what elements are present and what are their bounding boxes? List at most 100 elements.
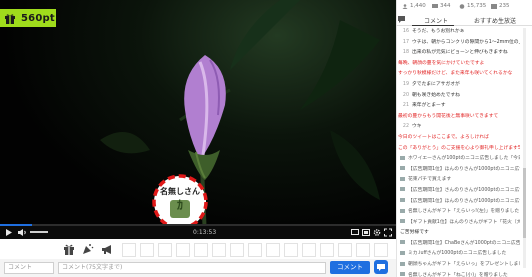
volume-icon[interactable] — [17, 228, 27, 237]
system-message-icon — [400, 187, 405, 192]
comment-row: 【広告期間1位】ほんのりさんが1000ptのニコニ広告しました — [398, 197, 520, 208]
item-slot[interactable] — [158, 243, 172, 257]
fullscreen-icon[interactable] — [384, 228, 392, 237]
comment-number: 20 — [402, 92, 409, 98]
item-slot[interactable] — [284, 243, 298, 257]
comment-list: 16そうだ、もうお別れかぁ17ウチは、朝からコンクリの隙間から1～2mm位の上で… — [398, 27, 520, 277]
video-player[interactable]: 560pt 名無しさん ｶ — [0, 0, 396, 238]
comment-row: 今日のツイートはここまで。よろしければ — [398, 133, 520, 144]
system-message-icon — [400, 155, 405, 160]
system-message-icon — [400, 250, 405, 255]
comment-text: 夕でたまにアサガオが — [412, 81, 460, 87]
comment-number: 17 — [402, 39, 409, 45]
point-icon — [459, 4, 465, 9]
comment-row: 19 夕でたまにアサガオが — [398, 80, 520, 91]
comment-row: 毎晩、朝顔の蔓を気にかけていたですよ — [398, 59, 520, 70]
comment-count: 344 — [440, 3, 451, 9]
comment-row: ご苦労様です — [398, 228, 520, 239]
tab-comments[interactable]: コメント — [424, 16, 448, 25]
volume-slider[interactable] — [30, 231, 48, 233]
comment-text: ウキ — [412, 124, 422, 130]
comment-row: 22 ウキ — [398, 122, 520, 133]
scrollbar-thumb[interactable] — [523, 168, 526, 238]
comment-toggle-icon[interactable] — [351, 228, 359, 237]
comment-text: 【広告期間1位】ほんのりさんが1000ptのニコニ広告をしました — [408, 166, 520, 172]
system-message-icon — [400, 219, 405, 224]
comment-text: すっかり秋模様だけど、また来年も咲いてくれるかな — [398, 71, 513, 77]
comment-row: すっかり秋模様だけど、また来年も咲いてくれるかな — [398, 69, 520, 80]
comment-input[interactable]: コメント(75文字まで) — [58, 262, 326, 274]
item-slot[interactable] — [320, 243, 334, 257]
ad-icon — [491, 4, 497, 9]
comment-row: 名無しさんがギフト「ねこ(小)」を贈りました — [398, 271, 520, 277]
comment-row: 17ウチは、朝からコンクリの隙間から1～2mm位の上で育ってる — [398, 38, 520, 49]
comment-text: ミカ.iuffさんが1000ptのニコニ広告しました — [408, 251, 507, 257]
viewer-icon — [402, 4, 408, 9]
item-slot[interactable] — [122, 243, 136, 257]
play-icon[interactable] — [5, 228, 13, 237]
comment-text: 名無しさんがギフト「ねこ(小)」を贈りました — [408, 272, 508, 277]
comment-text: 朝顔ちゃんがギフト「えらいっ」をプレゼントしました — [408, 262, 520, 268]
comment-row: この「ありがとう」のご支援を心より御礼申し上げます5分延長を追加 — [398, 144, 520, 155]
item-slot[interactable] — [266, 243, 280, 257]
comment-text: そうだ、もうお別れかぁ — [412, 29, 465, 34]
comment-row: 【広告期間1位】さんのりさんが1000ptのニコニ広告しました — [398, 186, 520, 197]
system-message-icon — [400, 272, 405, 277]
party-popper-icon[interactable] — [82, 243, 94, 255]
comment-text: 朝も咲き始めたですね — [412, 92, 460, 98]
comment-text: ご苦労様です — [400, 230, 429, 236]
comment-row: 名無しさんがギフト「えらいっ!(左)」を贈りました — [398, 207, 520, 218]
comment-row: 【ギフト貢献1位】ほんのりさんがギフト「花火（大）」を贈りました — [398, 218, 520, 229]
item-slot[interactable] — [230, 243, 244, 257]
comment-row: 20 朝も咲き始めたですね — [398, 91, 520, 102]
gift-box-icon[interactable] — [63, 243, 75, 255]
comment-count-icon — [432, 4, 438, 8]
system-message-icon — [400, 166, 405, 171]
comment-text: ホワイエーさんが100ptのニコニ広告しました「今日の朝、最後の1000」 — [408, 156, 520, 162]
comment-number: 21 — [402, 103, 409, 109]
comment-text: 【ギフト貢献1位】ほんのりさんがギフト「花火（大）」を贈りました — [408, 219, 520, 225]
name-field[interactable]: コメント — [4, 262, 54, 274]
item-slot[interactable] — [194, 243, 208, 257]
chat-bubble-icon[interactable] — [374, 260, 388, 274]
stamp-face: ｶ — [176, 198, 183, 212]
comment-text: ウチは、朝からコンクリの隙間から1～2mm位の上で育ってる — [412, 39, 520, 45]
comment-text: 名無しさんがギフト「えらいっ!(左)」を贈りました — [408, 209, 520, 215]
tab-recommended[interactable]: おすすめ生放送 — [474, 16, 516, 25]
gift-icon — [5, 13, 15, 24]
comment-row: 朝顔ちゃんがギフト「えらいっ」をプレゼントしました — [398, 260, 520, 271]
comment-text: 花束パチで買えます — [408, 177, 452, 183]
comment-text: 【広告期間1位】ChaBeさんが1000ptのニコニ広告しました — [408, 240, 520, 246]
system-message-icon — [400, 240, 405, 245]
comment-row: 16 そうだ、もうお別れかぁ — [398, 27, 520, 38]
comment-submit-button[interactable]: コメント — [330, 261, 370, 274]
comment-tab-icon — [398, 16, 405, 23]
comment-text: 出来の私が元気にビョーンと伸びもきますね — [412, 50, 508, 56]
ad-count: 235 — [499, 3, 510, 9]
comment-row: 花束パチで買えます — [398, 175, 520, 186]
screen-icon[interactable] — [362, 228, 370, 237]
points-badge: 560pt — [0, 9, 56, 27]
comment-number: 22 — [402, 124, 409, 130]
comment-number: 16 — [402, 29, 409, 34]
item-slot[interactable] — [248, 243, 262, 257]
item-slot[interactable] — [374, 243, 388, 257]
megaphone-icon[interactable] — [101, 244, 113, 255]
item-slot[interactable] — [338, 243, 352, 257]
playback-time: 0:13:53 — [193, 229, 217, 236]
settings-gear-icon[interactable] — [373, 228, 381, 237]
item-slot[interactable] — [356, 243, 370, 257]
item-slot[interactable] — [176, 243, 190, 257]
active-tab-indicator — [412, 25, 454, 26]
item-slot[interactable] — [140, 243, 154, 257]
system-message-icon — [400, 198, 405, 202]
item-slot[interactable] — [302, 243, 316, 257]
stream-stats: 1,440 344 15,735 235 — [396, 2, 532, 12]
points-value: 560pt — [21, 12, 55, 24]
system-message-icon — [400, 261, 405, 266]
comment-row: 最初の蔓からもう開花後と無事咲いてきますて — [398, 112, 520, 123]
item-slot[interactable] — [212, 243, 226, 257]
comment-row: 21 来年がとまーす — [398, 101, 520, 112]
comment-text: 【広告期間1位】さんのりさんが1000ptのニコニ広告しました — [408, 187, 520, 193]
comment-text: 【広告期間1位】ほんのりさんが1000ptのニコニ広告しました — [408, 198, 520, 204]
